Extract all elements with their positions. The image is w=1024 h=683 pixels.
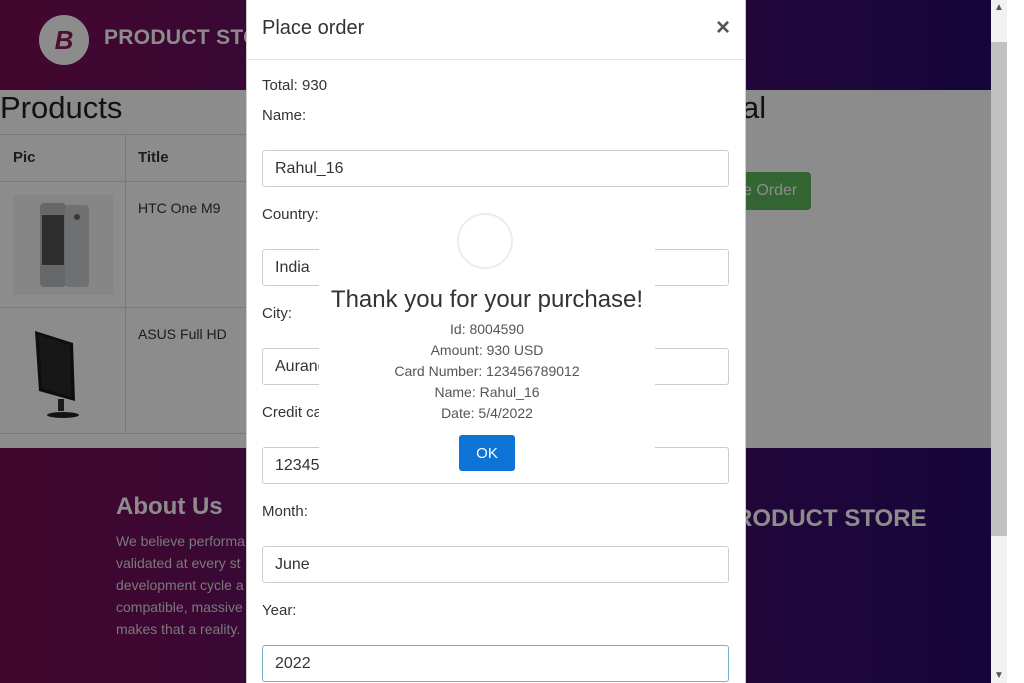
modal-header: Place order × xyxy=(247,0,745,60)
month-field[interactable] xyxy=(262,546,729,583)
city-label: City: xyxy=(262,305,292,322)
credit-card-label: Credit ca xyxy=(262,404,323,421)
scrollbar-thumb[interactable] xyxy=(991,42,1007,536)
success-icon xyxy=(457,213,513,269)
page: B PRODUCT STORE Products Pic Title HTC O… xyxy=(0,0,991,683)
ok-button[interactable]: OK xyxy=(459,435,515,471)
year-label: Year: xyxy=(262,602,297,619)
modal-title: Place order xyxy=(262,17,365,39)
close-icon[interactable]: × xyxy=(716,14,730,42)
month-label: Month: xyxy=(262,503,308,520)
name-field[interactable] xyxy=(262,150,729,187)
order-name: Name: Rahul_16 xyxy=(434,384,540,400)
country-label: Country: xyxy=(262,206,319,223)
scrollbar[interactable]: ▲ ▼ xyxy=(991,0,1007,683)
order-id: Id: 8004590 xyxy=(450,321,524,337)
name-label: Name: xyxy=(262,107,307,124)
confirmation-title: Thank you for your purchase! xyxy=(330,286,644,313)
order-date: Date: 5/4/2022 xyxy=(441,405,533,421)
confirmation-details: Id: 8004590 Amount: 930 USD Card Number:… xyxy=(319,319,655,424)
scroll-up-icon[interactable]: ▲ xyxy=(991,2,1007,13)
year-field[interactable] xyxy=(262,645,729,682)
order-total: Total: 930 xyxy=(262,77,328,94)
scroll-down-icon[interactable]: ▼ xyxy=(991,670,1007,681)
order-amount: Amount: 930 USD xyxy=(430,342,544,358)
purchase-confirmation-dialog: Thank you for your purchase! Id: 8004590… xyxy=(319,188,655,471)
order-card-number: Card Number: 123456789012 xyxy=(394,363,580,379)
